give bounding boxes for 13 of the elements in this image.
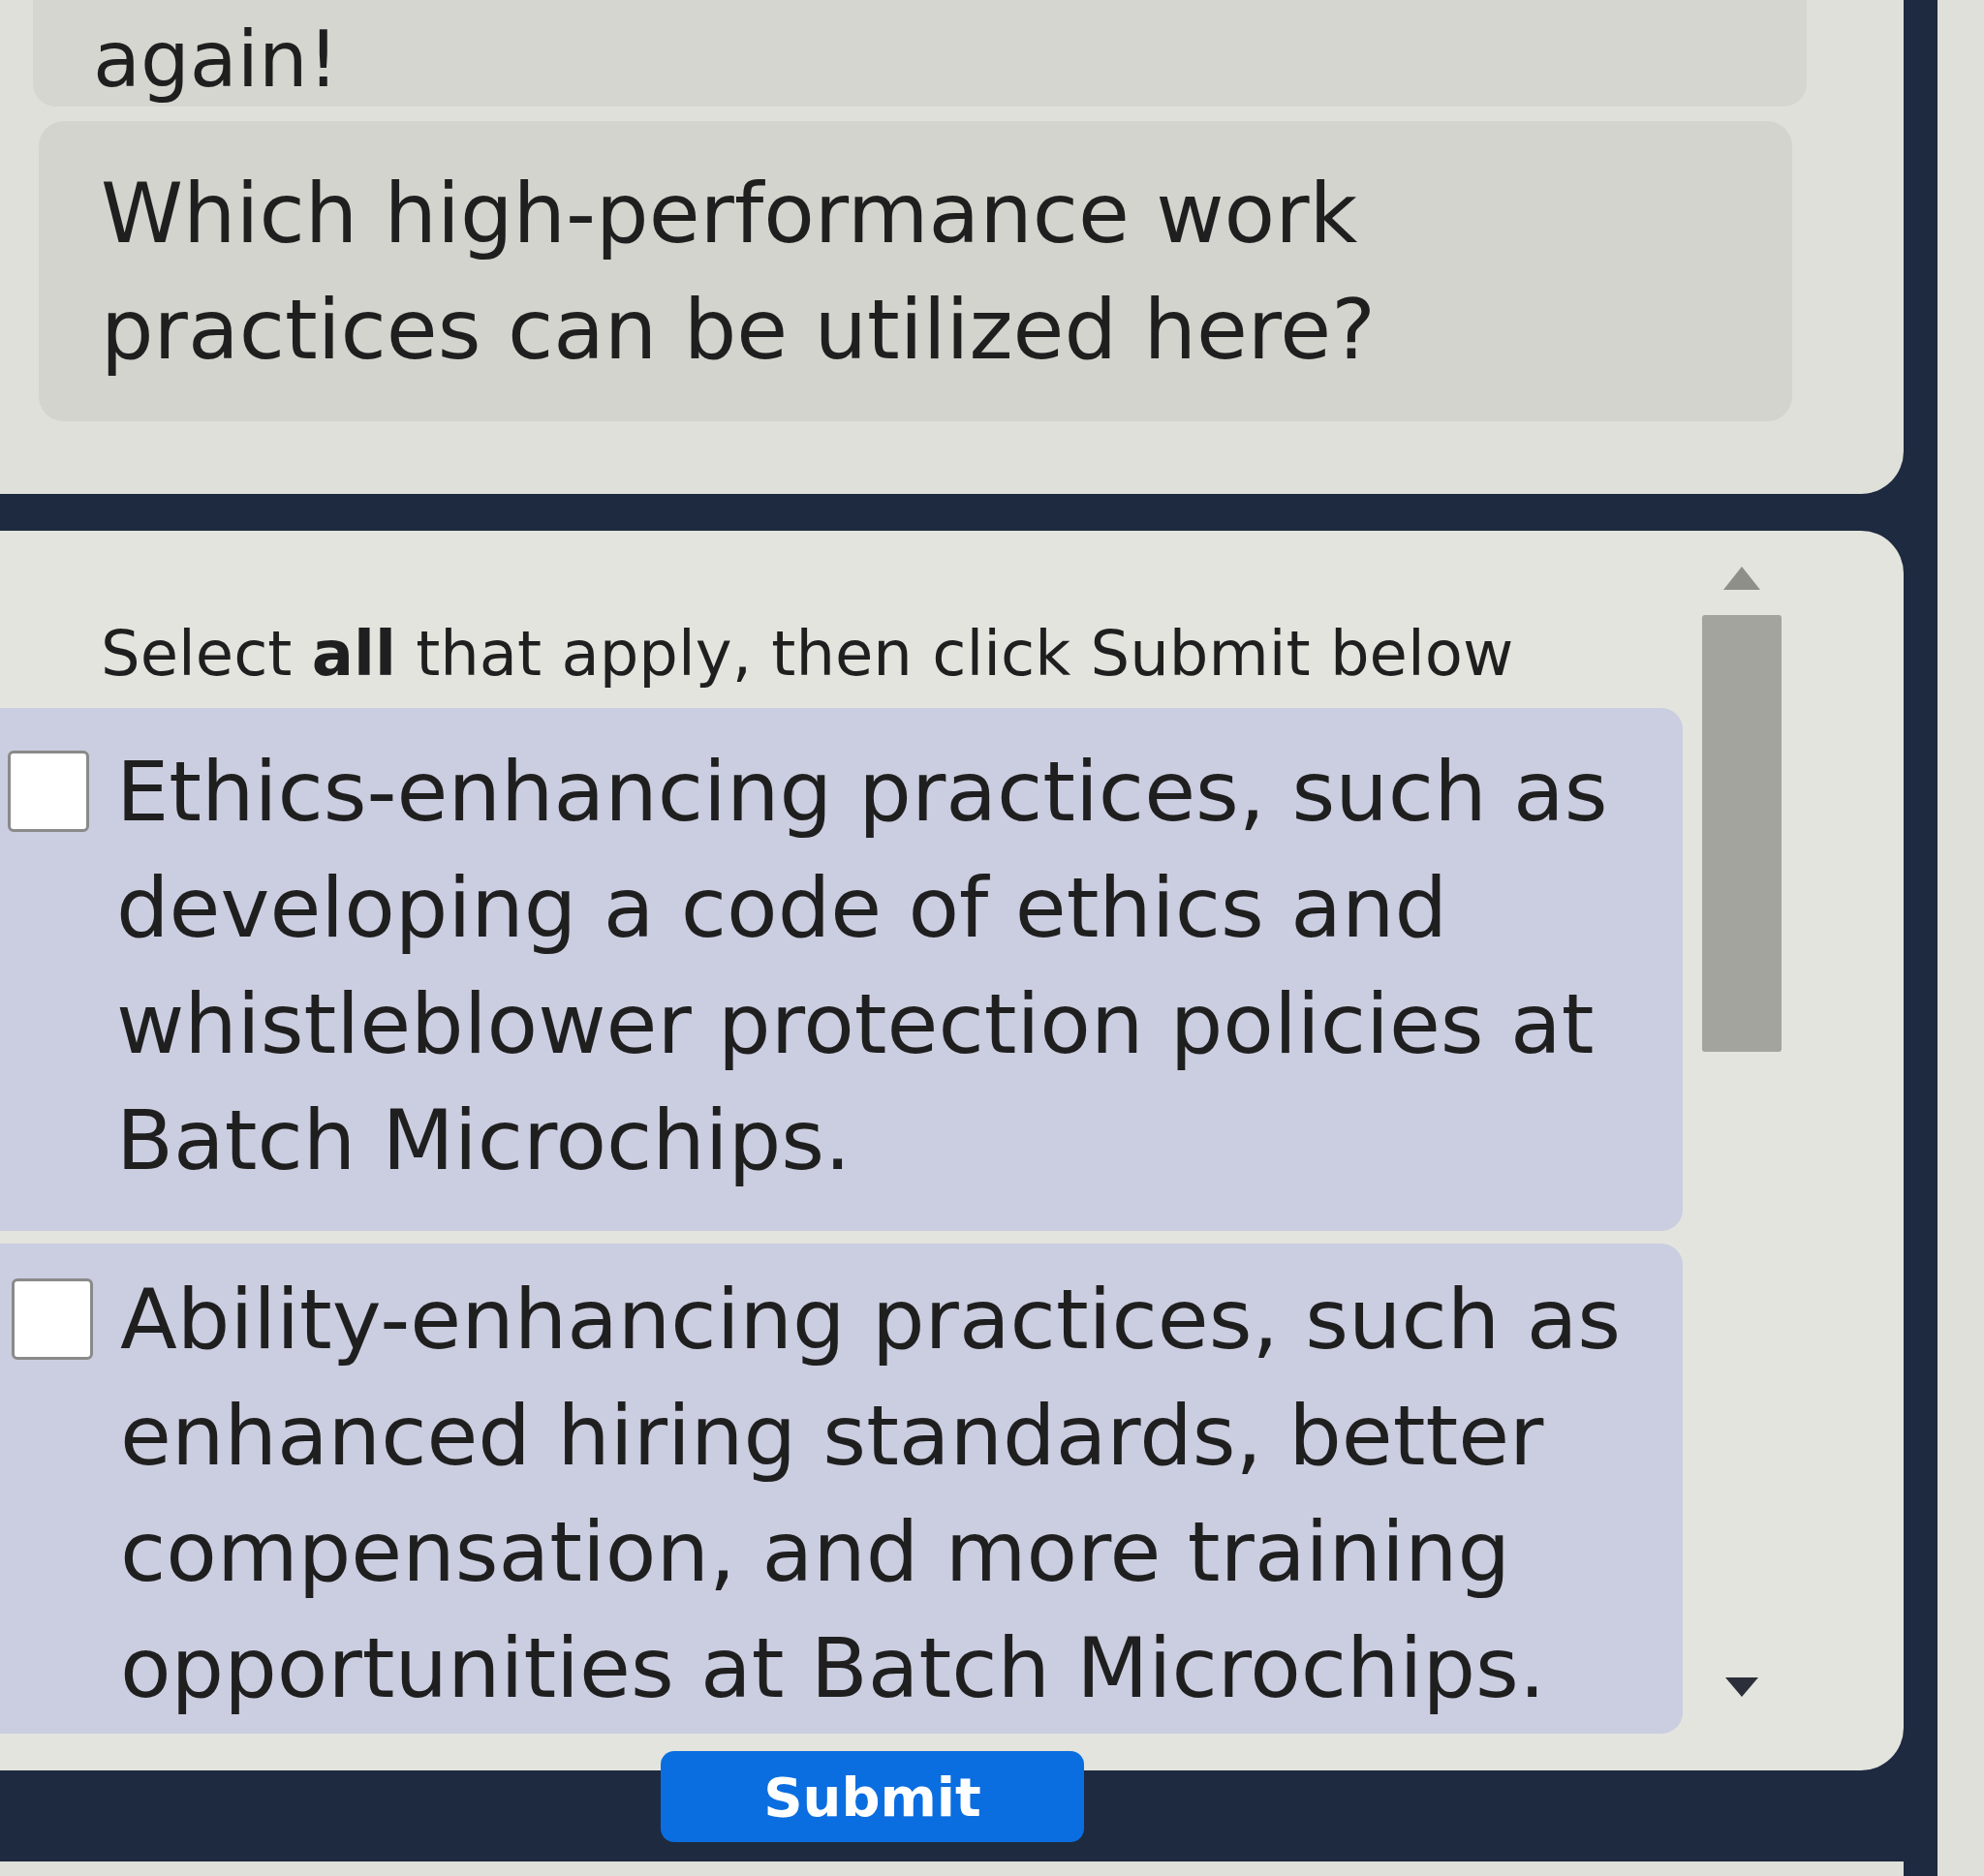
- checkbox[interactable]: [12, 1278, 93, 1360]
- message-text: again!: [93, 14, 339, 107]
- scrollbar-thumb[interactable]: [1702, 615, 1782, 1052]
- answer-option[interactable]: Ability-enhancing practices, such as enhanced hiring standards, better compensation, and more training opportunities at Batch Microchips.: [0, 1244, 1683, 1734]
- checkbox[interactable]: [8, 751, 89, 832]
- instruction-text: Select all that apply, then click Submit below: [100, 617, 1515, 692]
- option-text: Ability-enhancing practices, such as enhanced hiring standards, better compensation, and more training opportunities at Batch Microchips.: [120, 1270, 1623, 1718]
- scroll-down-arrow-icon[interactable]: [1725, 1677, 1758, 1697]
- question-text: Which high-performance work practices can be utilized here?: [101, 164, 1377, 380]
- submit-button[interactable]: Submit: [661, 1751, 1084, 1842]
- answer-option[interactable]: Ethics-enhancing practices, such as developing a code of ethics and whistleblower protection policies at Batch Microchips.: [0, 708, 1683, 1231]
- scroll-up-arrow-icon[interactable]: [1723, 567, 1760, 590]
- option-text: Ethics-enhancing practices, such as developing a code of ethics and whistleblower protection policies at Batch Microchips.: [116, 742, 1609, 1190]
